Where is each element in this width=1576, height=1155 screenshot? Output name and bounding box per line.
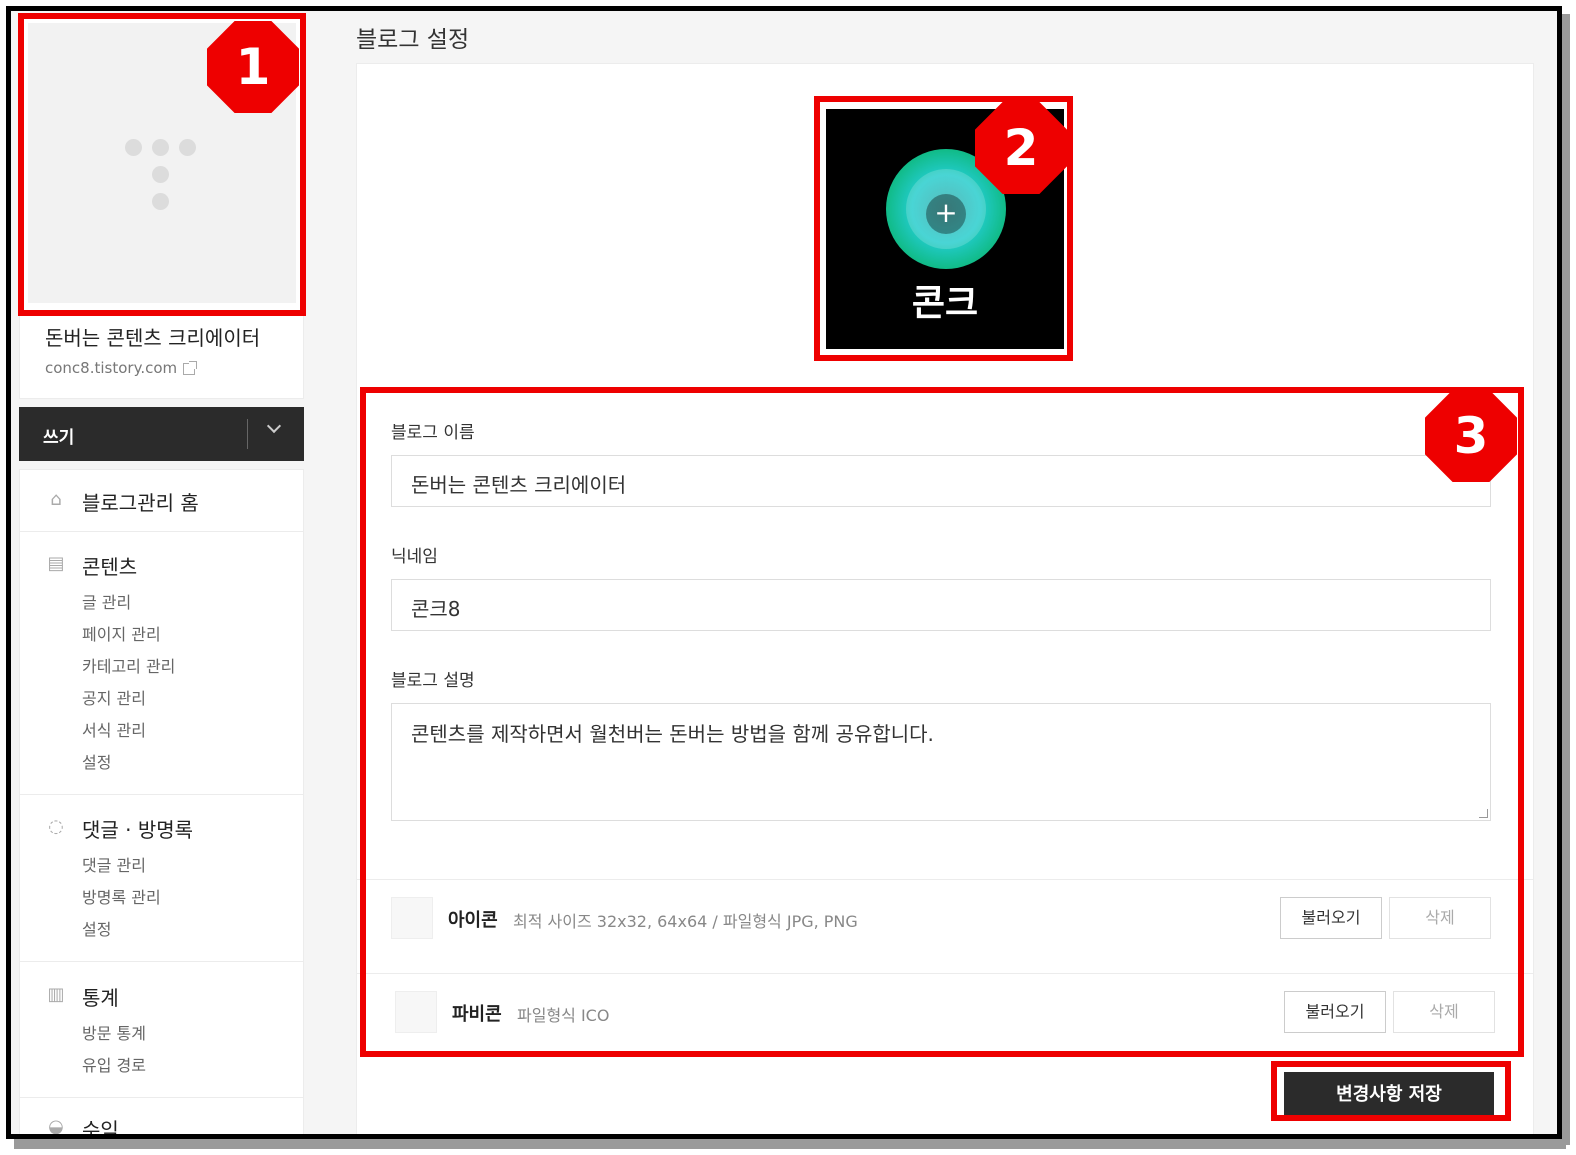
sidebar-menu: ⌂ 블로그관리 홈 ▤ 콘텐츠 글 관리 페이지 관리 카테고리 관리 공지 관… bbox=[19, 469, 304, 1137]
annotation-box-save bbox=[1271, 1061, 1511, 1121]
sidebar-item-visit-stats[interactable]: 방문 통계 bbox=[82, 1020, 146, 1044]
sidebar-section-stats[interactable]: 통계 bbox=[82, 982, 119, 1011]
sidebar-item-categories[interactable]: 카테고리 관리 bbox=[82, 653, 175, 677]
sidebar-item-referrers[interactable]: 유입 경로 bbox=[82, 1052, 146, 1076]
divider bbox=[20, 961, 303, 962]
screenshot-frame: 돈버는 콘텐츠 크리에이터 conc8.tistory.com 쓰기 ⌂ 블로그… bbox=[6, 6, 1562, 1139]
sidebar-item-notices[interactable]: 공지 관리 bbox=[82, 685, 146, 709]
sidebar-item-comments-settings[interactable]: 설정 bbox=[82, 916, 111, 940]
sidebar-item-content-settings[interactable]: 설정 bbox=[82, 749, 111, 773]
sidebar-item-comments[interactable]: 댓글 관리 bbox=[82, 852, 146, 876]
bar-chart-icon: ▥ bbox=[47, 984, 65, 1005]
divider bbox=[20, 794, 303, 795]
external-link-icon[interactable] bbox=[183, 360, 198, 375]
coin-icon: ◒ bbox=[48, 1116, 64, 1137]
sidebar-section-revenue[interactable]: 수익 bbox=[82, 1114, 119, 1134]
blog-title: 돈버는 콘텐츠 크리에이터 bbox=[45, 326, 261, 350]
sidebar-item-pages[interactable]: 페이지 관리 bbox=[82, 621, 161, 645]
chevron-down-icon[interactable] bbox=[266, 418, 282, 434]
speech-bubble-icon: ◌ bbox=[48, 816, 64, 837]
sidebar-item-guestbook[interactable]: 방명록 관리 bbox=[82, 884, 161, 908]
write-label[interactable]: 쓰기 bbox=[43, 423, 74, 448]
annotation-box-3 bbox=[360, 387, 1524, 1057]
annotation-badge-3: 3 bbox=[1425, 390, 1517, 482]
divider bbox=[20, 1097, 303, 1098]
write-button[interactable]: 쓰기 bbox=[19, 407, 304, 461]
sidebar-item-home[interactable]: 블로그관리 홈 bbox=[82, 487, 199, 516]
sidebar-item-templates[interactable]: 서식 관리 bbox=[82, 717, 146, 741]
sidebar-item-posts[interactable]: 글 관리 bbox=[82, 589, 131, 613]
blog-url-link[interactable]: conc8.tistory.com bbox=[45, 359, 198, 377]
blog-url-text[interactable]: conc8.tistory.com bbox=[45, 359, 177, 377]
home-icon: ⌂ bbox=[50, 489, 62, 510]
sidebar-section-comments[interactable]: 댓글 · 방명록 bbox=[82, 814, 193, 843]
document-icon: ▤ bbox=[47, 553, 65, 574]
divider bbox=[20, 531, 303, 532]
divider bbox=[247, 419, 248, 449]
sidebar-section-content[interactable]: 콘텐츠 bbox=[82, 551, 137, 580]
page-title: 블로그 설정 bbox=[356, 27, 470, 53]
